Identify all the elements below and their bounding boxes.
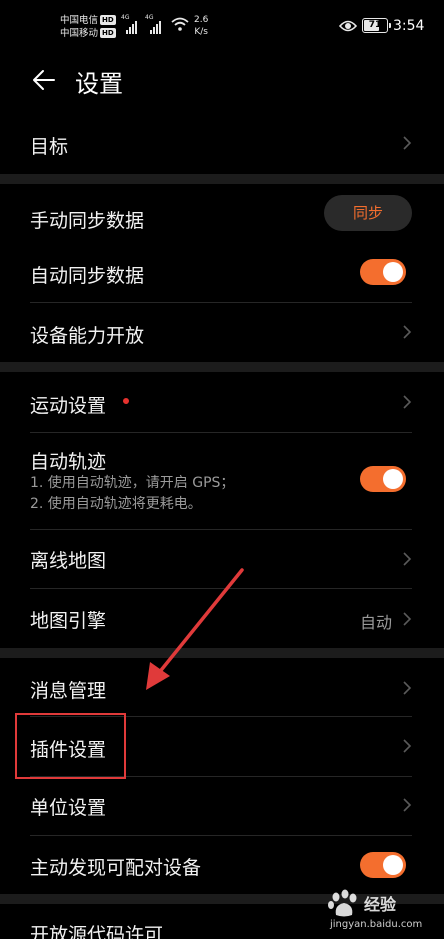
chevron-right-icon xyxy=(403,552,412,566)
auto-track-toggle[interactable] xyxy=(360,466,406,492)
row-label: 设备能力开放 xyxy=(30,325,145,347)
row-label: 自动轨迹 xyxy=(30,451,107,473)
watermark-text: 经验 xyxy=(364,895,397,914)
chevron-right-icon xyxy=(403,681,412,695)
auto-sync-toggle[interactable] xyxy=(360,259,406,285)
row-label: 地图引擎 xyxy=(30,610,107,632)
row-label: 消息管理 xyxy=(30,680,107,702)
section-gap xyxy=(0,174,444,184)
row-device-open[interactable]: 设备能力开放 xyxy=(30,303,412,362)
carrier-info: 中国电信 HD 中国移动 HD xyxy=(60,14,116,40)
row-label: 主动发现可配对设备 xyxy=(30,857,202,879)
baidu-paw-icon xyxy=(328,889,357,917)
row-subtitle: 1. 使用自动轨迹，请开启 GPS； xyxy=(30,475,235,491)
toggle-knob xyxy=(383,262,403,282)
row-label: 自动同步数据 xyxy=(30,265,145,287)
discover-devices-toggle[interactable] xyxy=(360,852,406,878)
row-sport-settings[interactable]: 运动设置 xyxy=(30,372,412,432)
chevron-right-icon xyxy=(403,136,412,150)
highlight-box xyxy=(15,713,126,779)
row-manual-sync: 手动同步数据 同步 xyxy=(30,184,412,246)
page-title: 设置 xyxy=(75,70,123,98)
carrier-2: 中国移动 xyxy=(60,28,99,39)
row-auto-sync: 自动同步数据 xyxy=(30,246,412,302)
back-arrow-icon[interactable] xyxy=(30,66,58,94)
row-auto-track: 自动轨迹 1. 使用自动轨迹，请开启 GPS； 2. 使用自动轨迹将更耗电。 xyxy=(30,433,412,529)
chevron-right-icon xyxy=(403,612,412,626)
row-msg-manage[interactable]: 消息管理 xyxy=(30,658,412,716)
row-label: 开放源代码许可 xyxy=(30,924,164,939)
chevron-right-icon xyxy=(403,325,412,339)
carrier-1: 中国电信 xyxy=(60,15,99,26)
row-label: 手动同步数据 xyxy=(30,210,145,232)
notification-dot xyxy=(123,398,129,404)
row-offline-map[interactable]: 离线地图 xyxy=(30,530,412,588)
battery-icon: 71 xyxy=(362,18,391,33)
clock: 3:54 xyxy=(393,18,425,34)
section-gap xyxy=(0,648,444,658)
watermark-url: jingyan.baidu.com xyxy=(330,919,423,930)
row-label: 单位设置 xyxy=(30,797,107,819)
sync-button[interactable]: 同步 xyxy=(324,195,412,231)
chevron-right-icon xyxy=(403,395,412,409)
baidu-watermark: 经验 jingyan.baidu.com xyxy=(326,885,436,935)
section-gap xyxy=(0,362,444,372)
network-speed: 2.6 K/s xyxy=(194,15,209,37)
row-label: 运动设置 xyxy=(30,395,107,417)
map-engine-value: 自动 xyxy=(359,613,392,632)
chevron-right-icon xyxy=(403,739,412,753)
chevron-right-icon xyxy=(403,798,412,812)
row-goal[interactable]: 目标 xyxy=(30,112,412,174)
hd-badge: HD xyxy=(100,28,116,38)
row-label: 离线地图 xyxy=(30,550,107,572)
row-map-engine[interactable]: 地图引擎 自动 xyxy=(30,589,412,648)
row-unit-settings[interactable]: 单位设置 xyxy=(30,777,412,835)
status-bar: 中国电信 HD 中国移动 HD 4G 4G 2.6 K/s 71 3:54 xyxy=(60,14,425,40)
row-subtitle: 2. 使用自动轨迹将更耗电。 xyxy=(30,496,202,512)
row-label: 目标 xyxy=(30,136,69,158)
hd-badge: HD xyxy=(100,15,116,25)
eye-icon xyxy=(339,20,357,32)
wifi-icon xyxy=(171,17,189,31)
toggle-knob xyxy=(383,855,403,875)
header: 设置 xyxy=(0,52,444,112)
battery-level: 71 xyxy=(368,20,382,30)
toggle-knob xyxy=(383,469,403,489)
